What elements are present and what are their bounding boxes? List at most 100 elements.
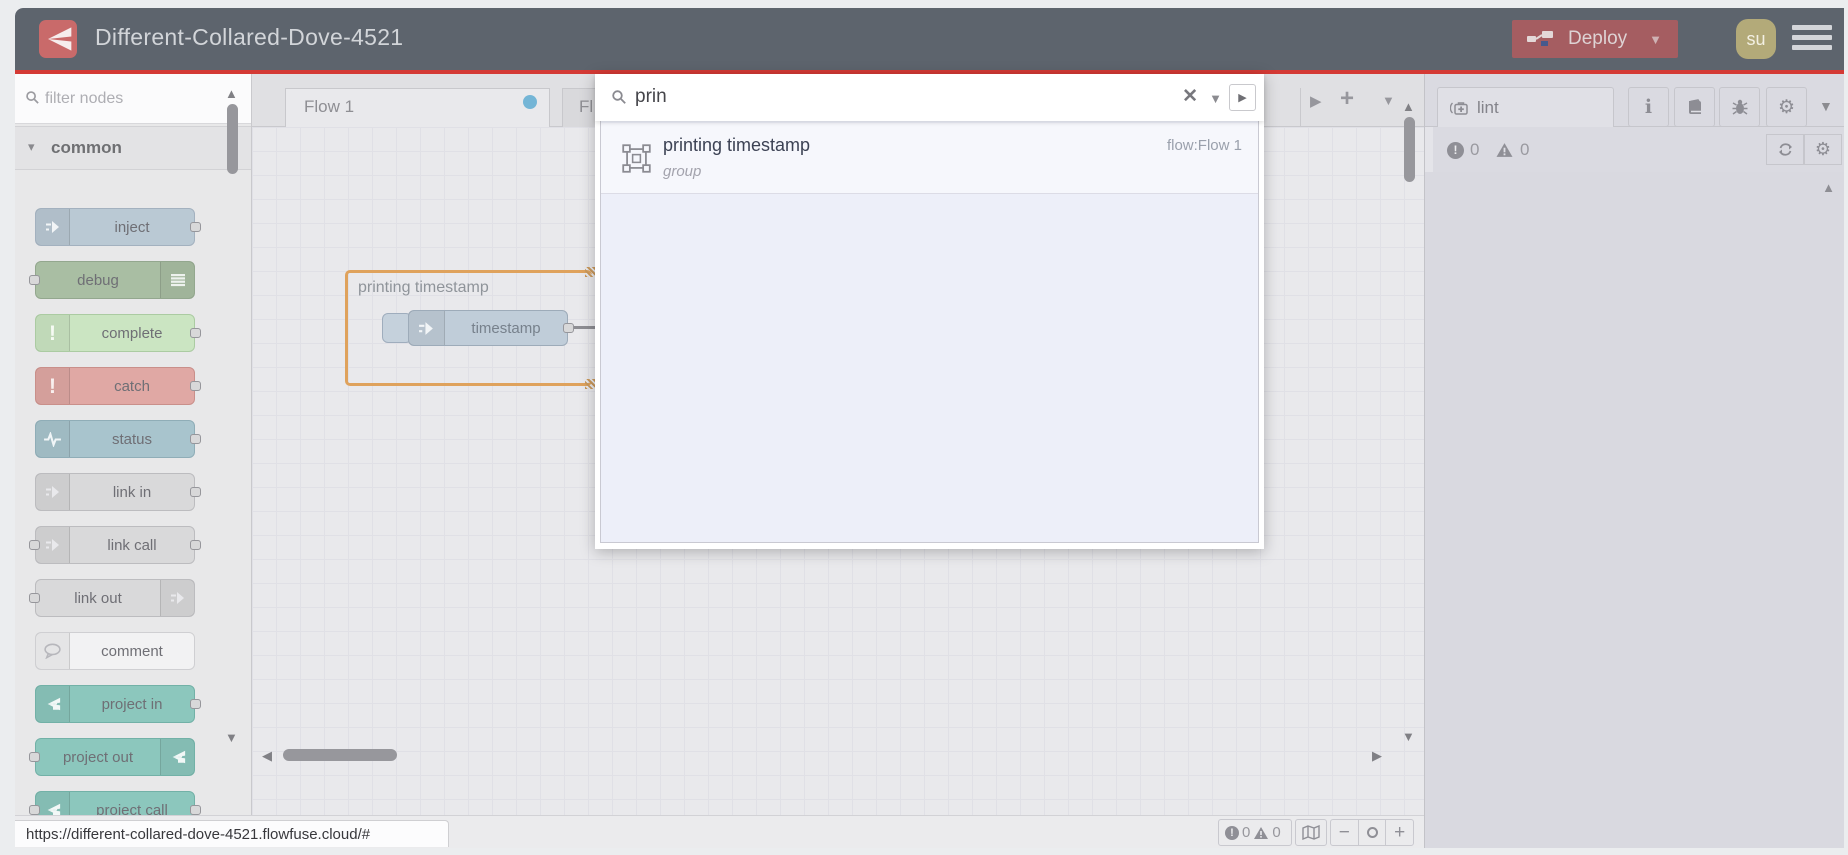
- node-output-port[interactable]: [190, 805, 201, 815]
- search-expand-button[interactable]: ▶: [1229, 84, 1256, 111]
- sidebar-tab-config-button[interactable]: ⚙: [1766, 87, 1807, 127]
- sidebar-tab-debug-button[interactable]: [1719, 87, 1760, 127]
- lint-settings-button[interactable]: ⚙: [1804, 134, 1842, 165]
- palette-node-label: debug: [77, 271, 119, 289]
- flow-list-button[interactable]: ▶: [1310, 92, 1322, 110]
- palette-scrollbar-thumb[interactable]: [227, 104, 238, 174]
- search-result-flow: flow:Flow 1: [1166, 137, 1242, 154]
- wire: [574, 326, 596, 329]
- palette-node-link-out[interactable]: link out: [29, 579, 195, 617]
- palette-node-project-out[interactable]: project out: [29, 738, 195, 776]
- canvas-scroll-down-icon[interactable]: ▼: [1402, 729, 1415, 744]
- palette-node-link-in[interactable]: link in: [35, 473, 201, 511]
- lint-warning-count: 0: [1495, 140, 1529, 160]
- group-resize-handle[interactable]: [585, 379, 595, 389]
- palette-node-project-call[interactable]: project call: [29, 791, 201, 815]
- palette-node-catch[interactable]: ! catch: [35, 367, 201, 405]
- palette-node-link-call[interactable]: link call: [29, 526, 201, 564]
- palette-node-label: comment: [101, 642, 163, 660]
- search-result-type: group: [663, 163, 702, 180]
- book-icon: [1688, 98, 1701, 114]
- canvas-scroll-up-icon[interactable]: ▲: [1402, 99, 1415, 114]
- flow-menu-caret-icon[interactable]: ▼: [1382, 93, 1395, 108]
- palette-scroll-up-icon[interactable]: ▲: [225, 86, 238, 101]
- palette-scroll-down-icon[interactable]: ▼: [225, 730, 238, 745]
- canvas-notification-counts[interactable]: ! 0 0: [1218, 819, 1292, 846]
- node-output-port[interactable]: [190, 699, 201, 709]
- node-output-port[interactable]: [190, 222, 201, 232]
- lint-error-count: ! 0: [1447, 140, 1479, 160]
- node-output-port[interactable]: [190, 434, 201, 444]
- node-input-port[interactable]: [29, 805, 40, 815]
- flow-modified-dot: [523, 95, 537, 109]
- canvas-scroll-right-icon[interactable]: ▶: [1372, 748, 1382, 764]
- info-icon: i: [1644, 96, 1653, 118]
- instance-title: Different-Collared-Dove-4521: [95, 24, 404, 50]
- palette-node-label: project out: [62, 748, 134, 766]
- warning-icon: [1496, 143, 1513, 157]
- palette-filter-input[interactable]: [45, 84, 235, 114]
- group-printing-timestamp[interactable]: printing timestamp timestamp: [345, 267, 596, 389]
- search-clear-icon[interactable]: ✕: [1182, 87, 1198, 106]
- zoom-in-button[interactable]: +: [1385, 820, 1413, 845]
- canvas-vscrollbar-thumb[interactable]: [1404, 117, 1415, 182]
- canvas-scroll-left-icon[interactable]: ◀: [262, 748, 272, 764]
- search-result-row[interactable]: printing timestamp group flow:Flow 1: [601, 123, 1258, 194]
- palette-category-common[interactable]: ▾ common: [15, 126, 251, 170]
- sidebar-tab-list-caret-icon[interactable]: ▼: [1819, 98, 1833, 114]
- search-options-caret-icon[interactable]: ▼: [1209, 91, 1222, 106]
- palette: ▾ common inject debug ! complete ! catch statu…: [15, 74, 252, 815]
- node-input-port[interactable]: [29, 752, 40, 762]
- node-output-port[interactable]: [190, 540, 201, 550]
- error-count-icon: !: [1447, 141, 1464, 159]
- arrow-icon: [36, 527, 70, 563]
- inject-icon: [409, 311, 445, 345]
- navigator-button[interactable]: [1295, 819, 1327, 846]
- arrow-icon: [36, 474, 70, 510]
- zoom-reset-button[interactable]: [1357, 820, 1386, 845]
- deploy-options-caret-icon[interactable]: ▼: [1649, 32, 1662, 47]
- node-output-port[interactable]: [563, 323, 574, 333]
- lint-panel: ▲: [1425, 172, 1844, 848]
- map-icon: [1302, 825, 1320, 840]
- zoom-out-button[interactable]: −: [1331, 820, 1358, 845]
- node-output-port[interactable]: [190, 381, 201, 391]
- palette-node-inject[interactable]: inject: [35, 208, 201, 246]
- palette-node-status[interactable]: status: [35, 420, 201, 458]
- error-count-icon: !: [1225, 825, 1239, 840]
- search-icon: [26, 91, 39, 104]
- node-inject-timestamp[interactable]: timestamp: [408, 310, 574, 346]
- sidebar-tab-info-button[interactable]: i: [1628, 87, 1669, 127]
- sidebar-tab-label: lint: [1477, 97, 1499, 117]
- tabbar-divider: [1300, 88, 1301, 127]
- palette-node-comment[interactable]: comment: [35, 632, 195, 670]
- main-menu-button[interactable]: [1792, 25, 1834, 53]
- canvas-hscrollbar-thumb[interactable]: [283, 749, 397, 761]
- node-output-port[interactable]: [190, 328, 201, 338]
- node-output-port[interactable]: [190, 487, 201, 497]
- sidebar-tab-lint[interactable]: lint: [1437, 87, 1614, 127]
- palette-node-debug[interactable]: debug: [29, 261, 195, 299]
- palette-node-label: project in: [101, 695, 163, 713]
- node-input-port[interactable]: [29, 275, 40, 285]
- pulse-icon: [36, 421, 70, 457]
- palette-node-label: link call: [107, 536, 157, 554]
- deploy-button[interactable]: Deploy ▼: [1512, 20, 1678, 58]
- canvas-error-count: 0: [1242, 824, 1251, 841]
- warning-icon: [1254, 826, 1269, 839]
- node-input-port[interactable]: [29, 593, 40, 603]
- user-avatar[interactable]: su: [1736, 19, 1776, 59]
- palette-node-complete[interactable]: ! complete: [35, 314, 201, 352]
- palette-node-label: status: [111, 430, 153, 448]
- lint-refresh-button[interactable]: [1766, 134, 1804, 165]
- add-flow-button[interactable]: +: [1340, 85, 1354, 113]
- node-input-port[interactable]: [29, 540, 40, 550]
- search-input[interactable]: [635, 82, 1055, 112]
- tab-flow-1[interactable]: Flow 1: [285, 88, 550, 127]
- panel-scroll-up-icon[interactable]: ▲: [1822, 180, 1835, 195]
- palette-node-project-in[interactable]: project in: [35, 685, 201, 723]
- chevron-down-icon: ▾: [28, 139, 35, 154]
- exclaim-icon: !: [36, 315, 70, 351]
- sidebar-tab-help-button[interactable]: [1674, 87, 1715, 127]
- group-resize-handle[interactable]: [585, 267, 595, 277]
